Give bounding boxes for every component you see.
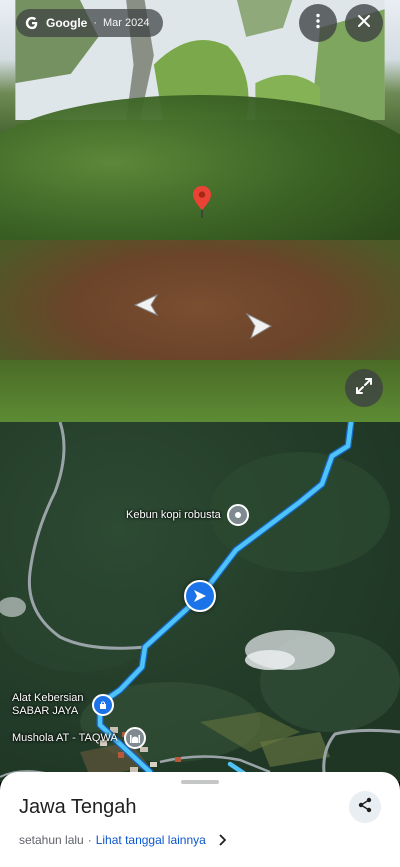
grass-scenery (0, 360, 400, 422)
more-vert-icon (309, 12, 327, 35)
chevron-left-icon[interactable] (131, 293, 159, 322)
poi-label: Mushola AT - TAQWA (12, 731, 118, 744)
capture-age: setahun lalu (19, 833, 84, 847)
expand-button[interactable] (345, 369, 383, 407)
see-more-dates-link[interactable]: Lihat tanggal lainnya (96, 833, 206, 847)
close-icon (356, 13, 372, 34)
poi-mushola[interactable]: Mushola AT - TAQWA (12, 727, 146, 749)
shopping-bag-icon (92, 694, 114, 716)
satellite-map[interactable]: Kebun kopi robusta Alat Kebersian SABAR … (0, 422, 400, 782)
share-icon (357, 797, 373, 818)
close-button[interactable] (345, 4, 383, 42)
place-pin-icon (226, 504, 249, 526)
navigation-arrow-icon (184, 580, 216, 612)
place-bottom-sheet[interactable]: Jawa Tengah setahun lalu · Lihat tanggal… (0, 772, 400, 867)
place-title: Jawa Tengah (19, 796, 137, 818)
source-label: Google (46, 16, 88, 30)
chevron-right-icon[interactable] (218, 834, 226, 846)
separator-dot: · (87, 833, 92, 847)
separator-dot: · (93, 17, 98, 29)
capture-date: Mar 2024 (103, 17, 150, 29)
map-pin-icon[interactable] (193, 186, 211, 223)
poi-label: Alat Kebersian SABAR JAYA (12, 692, 84, 717)
drag-handle[interactable] (181, 780, 219, 784)
poi-kebun-kopi[interactable]: Kebun kopi robusta (126, 504, 249, 526)
street-view-source-pill[interactable]: Google · Mar 2024 (16, 9, 163, 37)
chevron-right-icon[interactable] (245, 312, 273, 345)
mosque-icon (123, 727, 146, 749)
street-view-panorama[interactable]: Google · Mar 2024 (0, 0, 400, 422)
poi-alat-kebersian[interactable]: Alat Kebersian SABAR JAYA (12, 692, 114, 718)
share-button[interactable] (349, 791, 381, 823)
expand-icon (355, 377, 373, 400)
google-logo-icon (24, 15, 40, 31)
date-row: setahun lalu · Lihat tanggal lainnya (19, 833, 226, 847)
more-options-button[interactable] (299, 4, 337, 42)
poi-label: Kebun kopi robusta (126, 508, 221, 521)
